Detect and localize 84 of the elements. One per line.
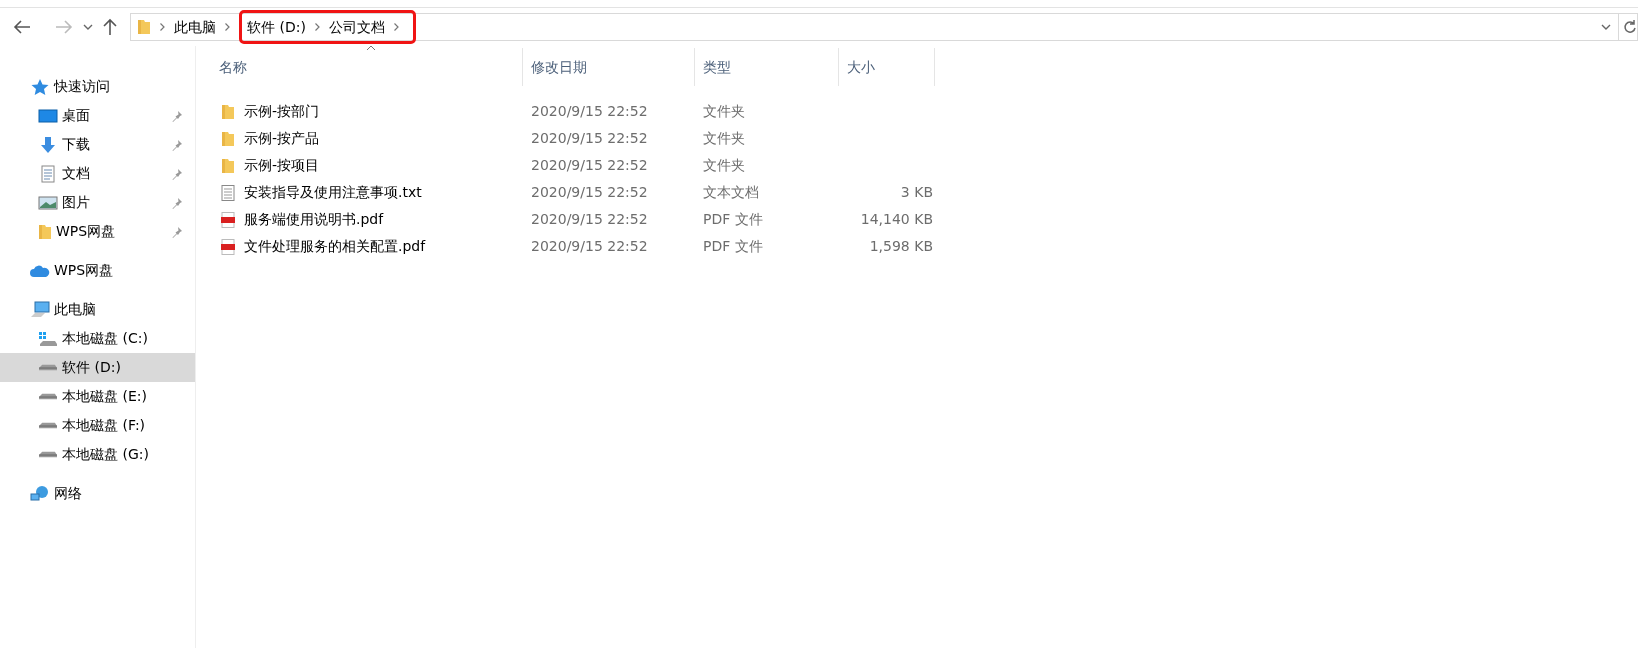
file-name: 文件处理服务的相关配置.pdf — [244, 237, 426, 256]
sidebar-item[interactable]: 软件 (D:) — [0, 353, 195, 382]
drive-icon — [38, 331, 58, 346]
folder-icon — [221, 157, 235, 174]
folder-icon — [221, 103, 235, 120]
file-type: 文件夹 — [702, 102, 746, 121]
file-row[interactable]: 示例-按部门 2020/9/15 22:52 文件夹 — [219, 98, 1638, 125]
file-type: PDF 文件 — [702, 210, 764, 229]
pin-icon[interactable] — [171, 109, 183, 122]
sidebar-item[interactable]: 此电脑 — [0, 295, 195, 324]
sidebar-item[interactable]: 本地磁盘 (F:) — [0, 411, 195, 440]
file-row[interactable]: 示例-按产品 2020/9/15 22:52 文件夹 — [219, 125, 1638, 152]
file-name: 示例-按产品 — [244, 129, 320, 148]
star-icon — [30, 77, 50, 96]
sidebar-item[interactable]: 网络 — [0, 479, 195, 508]
chevron-down-icon[interactable] — [1600, 22, 1612, 32]
file-name: 示例-按部门 — [244, 102, 320, 121]
pin-icon[interactable] — [171, 138, 183, 151]
chevron-right-icon[interactable] — [393, 23, 399, 31]
pdf-file-icon — [221, 238, 235, 255]
file-size: 3 KB — [900, 183, 933, 202]
file-name: 安装指导及使用注意事项.txt — [244, 183, 422, 202]
modified-date: 2020/9/15 22:52 — [530, 102, 649, 121]
breadcrumb-item[interactable]: 此电脑 — [174, 16, 216, 38]
sidebar-item[interactable]: 本地磁盘 (G:) — [0, 440, 195, 469]
file-row[interactable]: 服务端使用说明书.pdf 2020/9/15 22:52 PDF 文件 14,140 KB — [219, 206, 1638, 233]
sidebar-item[interactable]: 快速访问 — [0, 72, 195, 101]
computer-icon — [30, 300, 50, 319]
file-name: 服务端使用说明书.pdf — [244, 210, 384, 229]
modified-date: 2020/9/15 22:52 — [530, 237, 649, 256]
sidebar-item[interactable]: WPS网盘 — [0, 217, 195, 246]
pin-icon[interactable] — [171, 167, 183, 180]
sidebar-item[interactable]: 图片 — [0, 188, 195, 217]
file-row[interactable]: 安装指导及使用注意事项.txt 2020/9/15 22:52 文本文档 3 KB — [219, 179, 1638, 206]
refresh-icon[interactable] — [1623, 19, 1637, 35]
chevron-right-icon[interactable] — [160, 23, 165, 31]
file-type: 文件夹 — [702, 156, 746, 175]
sidebar-item[interactable]: 本地磁盘 (C:) — [0, 324, 195, 353]
file-type: 文件夹 — [702, 129, 746, 148]
modified-date: 2020/9/15 22:52 — [530, 156, 649, 175]
column-header[interactable]: 名称 — [219, 48, 523, 86]
sidebar-item[interactable]: 下载 — [0, 130, 195, 159]
sidebar-item[interactable]: WPS网盘 — [0, 256, 195, 285]
folder-icon — [38, 223, 52, 240]
up-arrow-icon[interactable] — [102, 17, 118, 37]
column-header[interactable]: 大小 — [839, 48, 935, 86]
sort-ascending-icon[interactable] — [364, 44, 377, 52]
chevron-down-icon[interactable] — [82, 22, 94, 32]
file-size: 14,140 KB — [860, 210, 933, 229]
chevron-right-icon[interactable] — [314, 23, 320, 31]
modified-date: 2020/9/15 22:52 — [530, 210, 649, 229]
column-header[interactable]: 修改日期 — [523, 48, 695, 86]
file-type: 文本文档 — [702, 183, 760, 202]
picture-icon — [38, 193, 58, 212]
file-row[interactable]: 示例-按项目 2020/9/15 22:52 文件夹 — [219, 152, 1638, 179]
address-bar[interactable]: 此电脑 软件 (D:) 公司文档 — [130, 13, 1638, 41]
back-arrow-icon[interactable] — [12, 19, 32, 35]
folder-icon — [221, 130, 235, 147]
drive-icon — [39, 422, 57, 429]
modified-date: 2020/9/15 22:52 — [530, 183, 649, 202]
modified-date: 2020/9/15 22:52 — [530, 129, 649, 148]
desktop-icon — [38, 106, 58, 125]
file-row[interactable]: 文件处理服务的相关配置.pdf 2020/9/15 22:52 PDF 文件 1,598 KB — [219, 233, 1638, 260]
file-size: 1,598 KB — [869, 237, 933, 256]
sidebar-item[interactable]: 本地磁盘 (E:) — [0, 382, 195, 411]
drive-icon — [39, 364, 57, 371]
sidebar-item[interactable]: 桌面 — [0, 101, 195, 130]
breadcrumb-item[interactable]: 公司文档 — [328, 16, 385, 38]
network-icon — [30, 484, 50, 503]
download-arrow-icon — [38, 135, 58, 154]
file-type: PDF 文件 — [702, 237, 764, 256]
sidebar-item[interactable]: 文档 — [0, 159, 195, 188]
document-icon — [38, 164, 58, 183]
column-header[interactable]: 类型 — [695, 48, 839, 86]
text-file-icon — [221, 184, 235, 201]
folder-icon — [137, 19, 151, 35]
drive-icon — [39, 451, 57, 458]
pdf-file-icon — [221, 211, 235, 228]
drive-icon — [39, 393, 57, 400]
chevron-right-icon[interactable] — [225, 23, 230, 31]
pin-icon[interactable] — [171, 225, 183, 238]
pin-icon[interactable] — [171, 196, 183, 209]
breadcrumb-item[interactable]: 软件 (D:) — [247, 16, 306, 38]
file-name: 示例-按项目 — [244, 156, 320, 175]
